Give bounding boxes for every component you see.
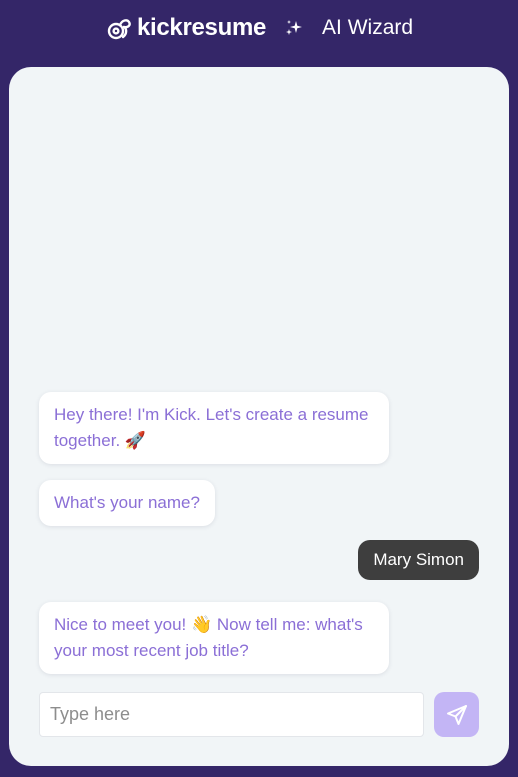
send-button[interactable] — [434, 692, 479, 737]
user-message: Mary Simon — [358, 540, 479, 580]
app-header: kickresume AI Wizard — [0, 0, 518, 56]
composer — [39, 692, 479, 737]
sparkle-icon — [284, 18, 304, 38]
bot-message: Nice to meet you! 👋 Now tell me: what's … — [39, 602, 389, 674]
brand-name: kickresume — [136, 14, 267, 41]
kickresume-logo-icon — [105, 14, 133, 42]
bot-message-text: What's your name? — [54, 493, 200, 512]
user-message-text: Mary Simon — [373, 550, 464, 569]
bot-message: What's your name? — [39, 480, 215, 526]
bot-message-text: Hey there! I'm Kick. Let's create a resu… — [54, 405, 369, 450]
message-input[interactable] — [39, 692, 424, 737]
bot-message-text: Nice to meet you! 👋 Now tell me: what's … — [54, 615, 363, 660]
send-icon — [445, 703, 469, 727]
message-list: Hey there! I'm Kick. Let's create a resu… — [9, 67, 509, 766]
bot-message: Hey there! I'm Kick. Let's create a resu… — [39, 392, 389, 464]
brand[interactable]: kickresume — [105, 14, 266, 42]
page-title: AI Wizard — [322, 16, 414, 39]
chat-panel: Hey there! I'm Kick. Let's create a resu… — [9, 67, 509, 766]
